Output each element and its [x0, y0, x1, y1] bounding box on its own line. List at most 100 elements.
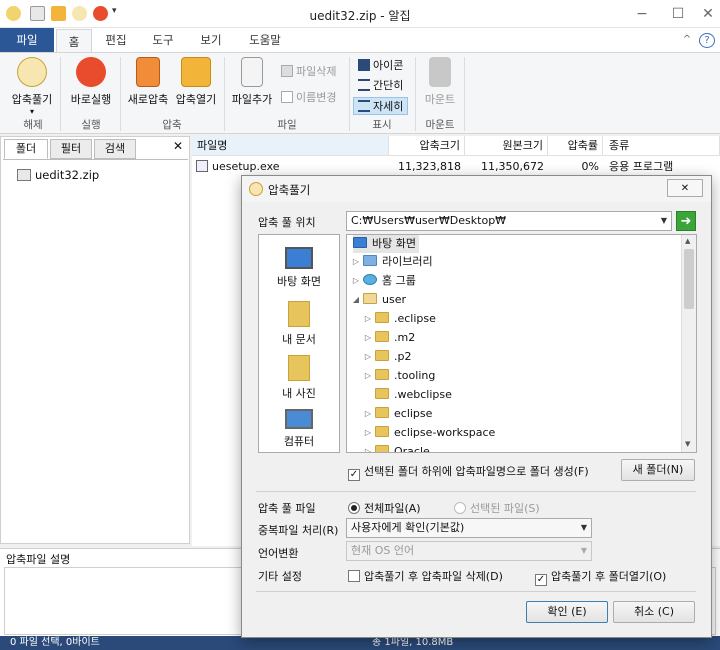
- homegroup-icon: [363, 274, 377, 285]
- tree-label: Oracle: [394, 445, 430, 453]
- collapse-ribbon-icon[interactable]: ^: [680, 28, 694, 52]
- collapse-arrow-icon[interactable]: ◢: [351, 295, 361, 304]
- add-file-icon: [241, 57, 263, 87]
- tree-item-folder[interactable]: .m2: [375, 329, 415, 347]
- create-subfolder-checkbox[interactable]: ✓ 선택된 폴더 하위에 압축파일명으로 폴더 생성(F): [348, 463, 589, 481]
- extract-icon: [249, 182, 263, 196]
- help-icon[interactable]: ?: [699, 33, 715, 48]
- run-button[interactable]: 바로실행: [66, 57, 116, 107]
- view-icon-label: 아이콘: [373, 59, 404, 72]
- library-icon: [363, 255, 377, 266]
- tab-help[interactable]: 도움말: [240, 28, 290, 52]
- expand-arrow-icon[interactable]: ▷: [363, 314, 373, 323]
- tab-view[interactable]: 보기: [191, 28, 231, 52]
- col-header-packed[interactable]: 압축크기: [389, 136, 465, 156]
- view-detail-button[interactable]: 자세히: [353, 97, 409, 115]
- close-button[interactable]: ✕: [696, 4, 720, 24]
- expand-arrow-icon[interactable]: ▷: [363, 333, 373, 342]
- scroll-down-icon[interactable]: ▼: [685, 440, 690, 448]
- panel-close-icon[interactable]: ✕: [173, 139, 183, 153]
- expand-arrow-icon[interactable]: ▷: [351, 257, 361, 266]
- tab-filter[interactable]: 필터: [50, 139, 92, 159]
- scroll-up-icon[interactable]: ▲: [685, 237, 690, 245]
- maximize-button[interactable]: ☐: [666, 4, 690, 24]
- dialog-close-button[interactable]: ✕: [667, 179, 703, 197]
- tree-item-folder[interactable]: .tooling: [375, 367, 435, 385]
- place-computer[interactable]: 컴퓨터: [259, 409, 339, 449]
- list-icon: [358, 79, 370, 91]
- tree-root-item[interactable]: uedit32.zip: [17, 166, 99, 184]
- view-simple-button[interactable]: 간단히: [355, 77, 406, 95]
- col-header-original[interactable]: 원본크기: [465, 136, 548, 156]
- duplicate-value: 사용자에게 확인(기본값): [351, 521, 465, 534]
- delete-file-button[interactable]: 파일삭제: [281, 63, 336, 81]
- expand-arrow-icon[interactable]: ▷: [363, 409, 373, 418]
- tree-item-folder[interactable]: eclipse-workspace: [375, 424, 495, 442]
- folder-icon: [375, 426, 389, 437]
- expand-arrow-icon[interactable]: ▷: [363, 352, 373, 361]
- rename-icon: [281, 91, 293, 103]
- etc-label: 기타 설정: [258, 570, 302, 583]
- tree-label: eclipse: [394, 407, 433, 420]
- all-files-radio[interactable]: 전체파일(A): [348, 500, 421, 516]
- tree-item-folder[interactable]: .eclipse: [375, 310, 436, 328]
- tree-root-label: uedit32.zip: [35, 168, 100, 182]
- cancel-button[interactable]: 취소 (C): [613, 601, 695, 623]
- delete-after-checkbox[interactable]: 압축풀기 후 압축파일 삭제(D): [348, 568, 503, 584]
- tree-item-user[interactable]: user: [363, 291, 406, 309]
- new-folder-button[interactable]: 새 폴더(N): [621, 459, 695, 481]
- rename-button[interactable]: 이름변경: [281, 89, 336, 107]
- extract-button[interactable]: 압축풀기 ▾: [8, 57, 56, 116]
- tree-item-folder[interactable]: eclipse: [375, 405, 432, 423]
- view-icon-button[interactable]: 아이콘: [355, 57, 406, 75]
- ribbon: 압축풀기 ▾ 해제 바로실행 실행 새로압축 압축열기 압축 파일추가 파일삭제…: [0, 52, 720, 134]
- go-arrow-icon[interactable]: ➜: [676, 211, 696, 231]
- folder-icon: [375, 312, 389, 323]
- group-compress-label: 압축: [162, 119, 182, 131]
- selected-files-radio[interactable]: 선택된 파일(S): [454, 500, 540, 516]
- tree-item-folder[interactable]: .p2: [375, 348, 411, 366]
- tab-file[interactable]: 파일: [0, 28, 54, 52]
- mount-button[interactable]: 마운트: [420, 57, 460, 107]
- group-separator: [60, 57, 61, 131]
- minimize-button[interactable]: −: [630, 4, 654, 24]
- col-header-ratio[interactable]: 압축률: [548, 136, 603, 156]
- file-packed-size: 11,323,818: [398, 160, 461, 173]
- group-separator: [349, 57, 350, 131]
- expand-arrow-icon[interactable]: ▷: [363, 447, 373, 452]
- tab-folder[interactable]: 폴더: [4, 139, 48, 159]
- scroll-thumb[interactable]: [684, 249, 694, 309]
- folder-icon: [375, 445, 389, 452]
- tree-item-homegroup[interactable]: 홈 그룹: [363, 272, 416, 290]
- tree-label: .p2: [394, 350, 412, 363]
- ok-button[interactable]: 확인 (E): [526, 601, 608, 623]
- checkbox-checked-icon: ✓: [348, 469, 360, 481]
- tab-home[interactable]: 홈: [56, 29, 92, 53]
- place-pictures[interactable]: 내 사진: [259, 355, 339, 401]
- group-separator: [464, 57, 465, 131]
- status-selected: 0 파일 선택, 0바이트: [10, 637, 100, 648]
- place-desktop-label: 바탕 화면: [277, 275, 321, 288]
- expand-arrow-icon[interactable]: ▷: [351, 276, 361, 285]
- open-zip-button[interactable]: 압축열기: [173, 57, 219, 107]
- tree-item-libraries[interactable]: 라이브러리: [363, 253, 433, 271]
- expand-arrow-icon[interactable]: ▷: [363, 428, 373, 437]
- tab-tools[interactable]: 도구: [143, 28, 183, 52]
- expand-arrow-icon[interactable]: ▷: [363, 371, 373, 380]
- path-combo[interactable]: C:₩Users₩user₩Desktop₩ ▼: [346, 211, 672, 231]
- tree-item-folder[interactable]: .webclipse: [375, 386, 452, 404]
- new-zip-button[interactable]: 새로압축: [125, 57, 171, 107]
- open-after-checkbox[interactable]: ✓ 압축풀기 후 폴더열기(O): [535, 568, 666, 586]
- tree-item-folder[interactable]: Oracle: [375, 443, 430, 453]
- language-select[interactable]: 현재 OS 언어 ▼: [346, 541, 592, 561]
- tree-scrollbar[interactable]: ▲ ▼: [681, 235, 696, 452]
- tab-search[interactable]: 검색: [94, 139, 136, 159]
- col-header-name[interactable]: 파일명: [192, 136, 389, 156]
- place-desktop[interactable]: 바탕 화면: [259, 247, 339, 289]
- add-file-button[interactable]: 파일추가: [229, 57, 275, 107]
- place-documents[interactable]: 내 문서: [259, 301, 339, 347]
- duplicate-select[interactable]: 사용자에게 확인(기본값) ▼: [346, 518, 592, 538]
- tree-item-desktop[interactable]: 바탕 화면: [353, 235, 419, 253]
- col-header-type[interactable]: 종류: [603, 136, 720, 156]
- tab-edit[interactable]: 편집: [96, 28, 136, 52]
